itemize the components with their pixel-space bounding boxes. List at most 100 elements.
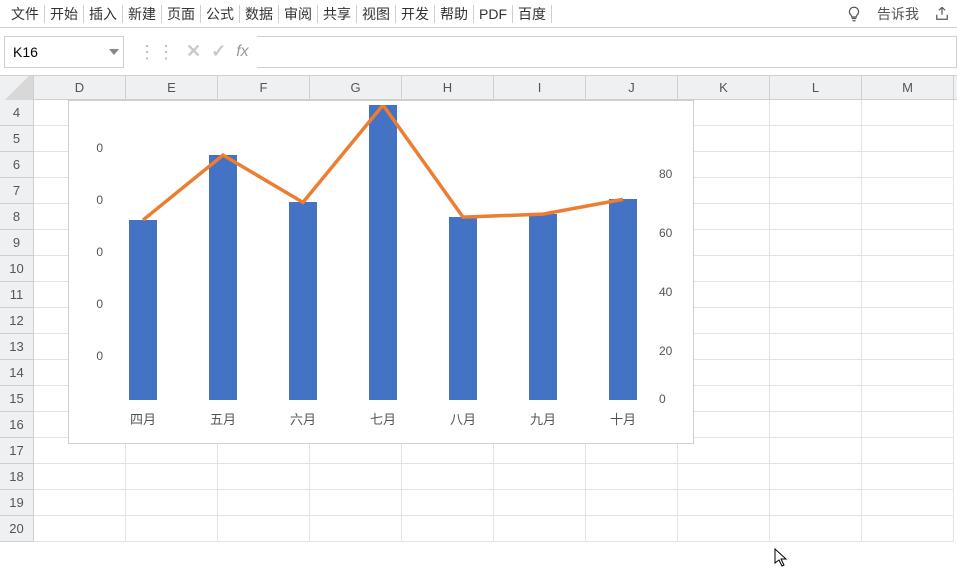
cell[interactable] [770, 386, 862, 412]
cell[interactable] [770, 256, 862, 282]
menu-formula[interactable]: 公式 [201, 0, 239, 28]
cell[interactable] [770, 516, 862, 542]
row-header[interactable]: 10 [0, 256, 34, 282]
menu-view[interactable]: 视图 [357, 0, 395, 28]
cell[interactable] [862, 282, 954, 308]
row-header[interactable]: 15 [0, 386, 34, 412]
cell[interactable] [218, 464, 310, 490]
col-header[interactable]: M [862, 76, 954, 99]
cell[interactable] [494, 490, 586, 516]
confirm-icon[interactable]: ✓ [211, 41, 226, 62]
select-all-corner[interactable] [0, 76, 34, 100]
tell-me-label[interactable]: 告诉我 [863, 4, 933, 24]
menu-file[interactable]: 文件 [6, 0, 44, 28]
share-icon[interactable] [933, 5, 951, 23]
menu-dev[interactable]: 开发 [396, 0, 434, 28]
cell[interactable] [678, 490, 770, 516]
row-header[interactable]: 17 [0, 438, 34, 464]
menu-baidu[interactable]: 百度 [513, 0, 551, 28]
menu-page[interactable]: 页面 [162, 0, 200, 28]
row-header[interactable]: 9 [0, 230, 34, 256]
menu-home[interactable]: 开始 [45, 0, 83, 28]
row-header[interactable]: 6 [0, 152, 34, 178]
row-header[interactable]: 7 [0, 178, 34, 204]
cell[interactable] [126, 516, 218, 542]
row-header[interactable]: 8 [0, 204, 34, 230]
row-header[interactable]: 4 [0, 100, 34, 126]
cell[interactable] [34, 490, 126, 516]
cell[interactable] [862, 386, 954, 412]
cell[interactable] [218, 516, 310, 542]
menu-review[interactable]: 审阅 [279, 0, 317, 28]
cell[interactable] [770, 178, 862, 204]
cell[interactable] [862, 360, 954, 386]
cell[interactable] [770, 490, 862, 516]
cell[interactable] [494, 464, 586, 490]
row-header[interactable]: 19 [0, 490, 34, 516]
cell[interactable] [862, 412, 954, 438]
menu-help[interactable]: 帮助 [435, 0, 473, 28]
cell[interactable] [862, 204, 954, 230]
row-header[interactable]: 18 [0, 464, 34, 490]
cell[interactable] [770, 152, 862, 178]
cell[interactable] [770, 204, 862, 230]
fx-icon[interactable]: fx [236, 43, 248, 61]
chart-object[interactable]: 0 0 0 0 0 806040200 四月五月六月七月八月九月十月 [68, 100, 694, 444]
cell[interactable] [862, 334, 954, 360]
dropdown-icon[interactable] [109, 49, 119, 55]
row-header[interactable]: 13 [0, 334, 34, 360]
formula-input[interactable] [257, 36, 957, 68]
cell[interactable] [34, 464, 126, 490]
cell[interactable] [770, 230, 862, 256]
cell[interactable] [862, 100, 954, 126]
cell[interactable] [34, 516, 126, 542]
cell[interactable] [402, 464, 494, 490]
row-header[interactable]: 5 [0, 126, 34, 152]
menu-insert[interactable]: 插入 [84, 0, 122, 28]
cell[interactable] [862, 464, 954, 490]
col-header[interactable]: E [126, 76, 218, 99]
col-header[interactable]: J [586, 76, 678, 99]
cell[interactable] [310, 490, 402, 516]
cell[interactable] [310, 516, 402, 542]
bulb-icon[interactable] [845, 5, 863, 23]
cell[interactable] [402, 516, 494, 542]
col-header[interactable]: I [494, 76, 586, 99]
cell[interactable] [770, 308, 862, 334]
cell[interactable] [218, 490, 310, 516]
menu-new[interactable]: 新建 [123, 0, 161, 28]
cell[interactable] [862, 256, 954, 282]
row-header[interactable]: 16 [0, 412, 34, 438]
cell[interactable] [770, 360, 862, 386]
cell[interactable] [770, 464, 862, 490]
col-header[interactable]: K [678, 76, 770, 99]
cell[interactable] [494, 516, 586, 542]
cell[interactable] [586, 464, 678, 490]
cell[interactable] [770, 334, 862, 360]
col-header[interactable]: H [402, 76, 494, 99]
cell[interactable] [770, 100, 862, 126]
cell[interactable] [310, 464, 402, 490]
name-box[interactable]: K16 [4, 36, 124, 68]
menu-pdf[interactable]: PDF [474, 2, 512, 26]
cells-area[interactable]: 0 0 0 0 0 806040200 四月五月六月七月八月九月十月 [34, 100, 957, 542]
cell[interactable] [862, 490, 954, 516]
menu-data[interactable]: 数据 [240, 0, 278, 28]
row-header[interactable]: 12 [0, 308, 34, 334]
cell[interactable] [862, 308, 954, 334]
cell[interactable] [862, 438, 954, 464]
row-header[interactable]: 20 [0, 516, 34, 542]
cell[interactable] [126, 464, 218, 490]
cell[interactable] [126, 490, 218, 516]
cell[interactable] [862, 516, 954, 542]
cell[interactable] [862, 152, 954, 178]
cancel-icon[interactable]: ✕ [186, 41, 201, 62]
cell[interactable] [586, 490, 678, 516]
cell[interactable] [402, 490, 494, 516]
cell[interactable] [770, 282, 862, 308]
row-header[interactable]: 14 [0, 360, 34, 386]
drag-handle-icon[interactable]: ⋮⋮ [138, 43, 176, 61]
cell[interactable] [862, 230, 954, 256]
row-header[interactable]: 11 [0, 282, 34, 308]
col-header[interactable]: D [34, 76, 126, 99]
